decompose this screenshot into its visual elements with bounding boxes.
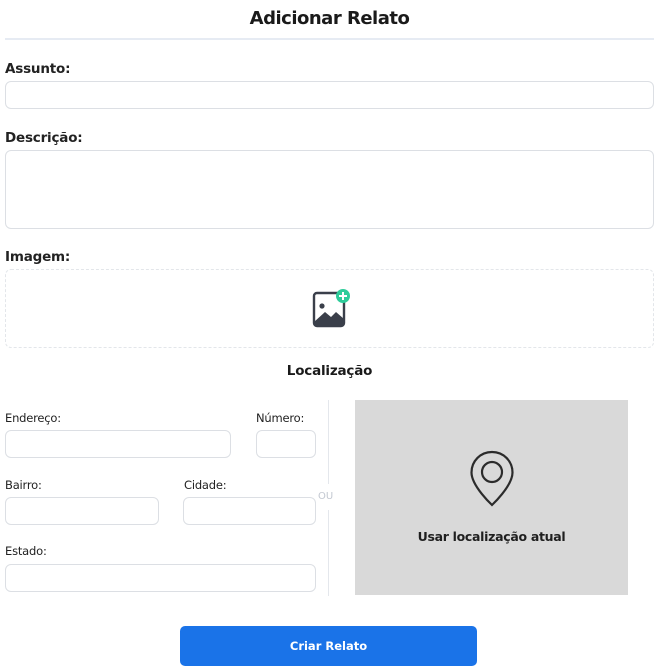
number-label: Número:	[256, 411, 305, 425]
add-image-icon[interactable]	[311, 288, 353, 336]
page-title: Adicionar Relato	[249, 8, 410, 29]
state-input[interactable]	[5, 564, 316, 592]
location-pin-icon	[469, 450, 515, 512]
address-label: Endereço:	[5, 411, 61, 425]
use-current-location-label: Usar localização atual	[417, 529, 566, 544]
subject-label: Assunto:	[5, 61, 71, 77]
address-input[interactable]	[5, 430, 231, 458]
or-separator: OU	[318, 491, 334, 502]
city-input[interactable]	[183, 497, 316, 525]
number-input[interactable]	[256, 430, 316, 458]
title-divider	[5, 38, 654, 40]
state-label: Estado:	[5, 544, 47, 558]
divider-top	[328, 400, 329, 484]
city-label: Cidade:	[184, 478, 227, 492]
use-current-location-button[interactable]: Usar localização atual	[355, 400, 628, 595]
divider-bottom	[328, 510, 329, 596]
create-report-button[interactable]: Criar Relato	[180, 626, 477, 666]
subject-input[interactable]	[5, 81, 654, 109]
neighborhood-input[interactable]	[5, 497, 159, 525]
description-textarea[interactable]	[5, 150, 654, 229]
neighborhood-label: Bairro:	[5, 478, 42, 492]
image-label: Imagem:	[5, 249, 71, 265]
description-label: Descrição:	[5, 130, 83, 146]
location-section-title: Localização	[286, 363, 373, 379]
